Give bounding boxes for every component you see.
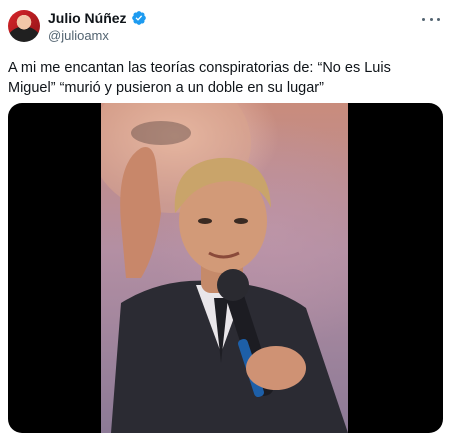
verified-badge-icon bbox=[131, 10, 147, 26]
author-display-name[interactable]: Julio Núñez bbox=[48, 10, 127, 26]
tweet-text: A mi me encantan las teorías conspirator… bbox=[8, 60, 391, 96]
author-handle[interactable]: @julioamx bbox=[48, 28, 109, 43]
video-still-image bbox=[101, 103, 348, 433]
video-frame bbox=[101, 103, 348, 433]
more-options-icon[interactable] bbox=[422, 12, 440, 26]
tweet-media-video[interactable] bbox=[8, 103, 443, 433]
author-name-row: Julio Núñez bbox=[48, 10, 147, 26]
avatar[interactable] bbox=[8, 10, 40, 42]
